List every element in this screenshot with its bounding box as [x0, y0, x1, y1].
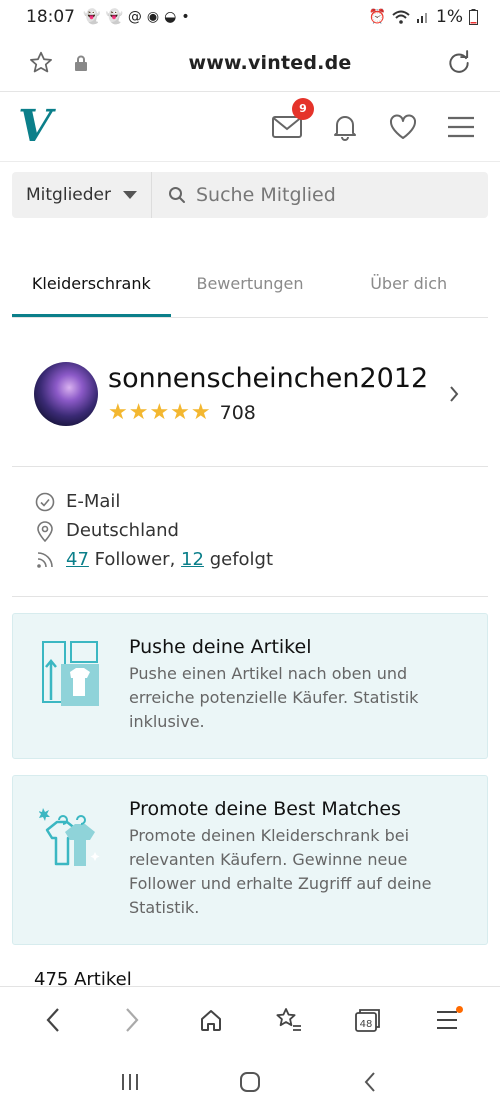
- snapchat-icon: 👻: [83, 9, 101, 25]
- hamburger-icon: [436, 1010, 457, 1029]
- reload-icon[interactable]: [444, 48, 474, 78]
- rating: ★★★★★ 708: [108, 400, 444, 425]
- back-button[interactable]: [33, 1000, 73, 1040]
- bell-icon: [334, 115, 356, 141]
- home-icon: [200, 1009, 221, 1031]
- messenger-icon: ◉: [146, 9, 160, 25]
- card-title: Promote deine Best Matches: [129, 798, 401, 820]
- search-icon: [169, 187, 185, 203]
- address-bar: www.vinted.de: [0, 34, 500, 92]
- app-icon: ◒: [164, 9, 177, 25]
- push-shirt-icon: [39, 640, 109, 734]
- chevron-down-icon: [123, 191, 137, 199]
- search-input[interactable]: [196, 184, 446, 206]
- more-dot-icon: •: [181, 9, 190, 25]
- tab-bewertungen[interactable]: Bewertungen: [171, 260, 330, 317]
- search-bar: Mitglieder: [12, 172, 488, 218]
- tabs-count: 48: [360, 1019, 373, 1030]
- forward-button[interactable]: [112, 1000, 152, 1040]
- star-list-icon: [276, 1007, 302, 1031]
- lock-icon: [66, 48, 96, 78]
- vinted-logo[interactable]: V: [18, 104, 52, 149]
- browser-menu-button[interactable]: [427, 1000, 467, 1040]
- status-bar: 18:07 👻 👻 @ ◉ ◒ • ⏰ 1%: [0, 0, 500, 34]
- email-label: E-Mail: [66, 491, 121, 512]
- tabs-button[interactable]: 48: [348, 1000, 388, 1040]
- back-arrow-icon: [364, 1071, 375, 1092]
- recent-apps-icon: [122, 1073, 138, 1090]
- wifi-icon: [392, 10, 410, 24]
- avatar: [34, 362, 98, 426]
- messages-button[interactable]: 9: [272, 97, 314, 142]
- check-circle-icon: [34, 492, 56, 512]
- tabs-icon: 48: [355, 1008, 380, 1032]
- menu-button[interactable]: [446, 112, 476, 142]
- search-scope-label: Mitglieder: [26, 185, 111, 205]
- location: Deutschland: [34, 516, 488, 545]
- profile-summary[interactable]: sonnenscheinchen2012 ★★★★★ 708: [34, 354, 488, 434]
- card-body: Pushe einen Artikel nach oben und erreic…: [129, 664, 419, 731]
- following-link[interactable]: 12: [181, 549, 204, 570]
- at-icon: @: [127, 9, 142, 25]
- chevron-left-icon: [46, 1007, 60, 1032]
- notifications-button[interactable]: [330, 112, 360, 142]
- system-home-button[interactable]: [230, 1062, 270, 1102]
- browser-toolbar: 48: [0, 986, 500, 1052]
- chevron-right-icon: [126, 1007, 139, 1032]
- country-label: Deutschland: [66, 520, 179, 541]
- followers-link[interactable]: 47: [66, 549, 89, 570]
- card-body: Promote deinen Kleiderschrank bei releva…: [129, 826, 432, 917]
- profile-details: E-Mail Deutschland 47 Follower, 12 gefol…: [34, 487, 488, 574]
- promote-matches-card[interactable]: Promote deine Best Matches Promote deine…: [12, 775, 488, 945]
- bookmarks-button[interactable]: [269, 1000, 309, 1040]
- card-title: Pushe deine Artikel: [129, 636, 312, 658]
- bookmark-star-icon[interactable]: [26, 48, 56, 78]
- heart-icon: [390, 114, 416, 139]
- followers-label: Follower,: [94, 549, 176, 570]
- notification-icons: 👻 👻 @ ◉ ◒ •: [83, 10, 190, 24]
- follow-stats: 47 Follower, 12 gefolgt: [34, 545, 488, 574]
- system-back-button[interactable]: [350, 1062, 390, 1102]
- battery-level: 1%: [436, 7, 463, 27]
- promote-shirts-icon: [38, 802, 109, 920]
- home-button[interactable]: [191, 1000, 231, 1040]
- system-navigation: [0, 1052, 500, 1111]
- rating-count: 708: [219, 401, 256, 424]
- home-circle-icon: [240, 1071, 260, 1092]
- rss-icon: [34, 551, 56, 569]
- hamburger-icon: [448, 116, 474, 137]
- messages-badge: 9: [292, 97, 314, 120]
- star-rating-icon: ★★★★★: [108, 400, 212, 425]
- signal-icon: [417, 13, 428, 23]
- push-items-card[interactable]: Pushe deine Artikel Pushe einen Artikel …: [12, 613, 488, 759]
- location-pin-icon: [34, 520, 56, 542]
- status-time: 18:07: [26, 7, 75, 27]
- username: sonnenscheinchen2012: [108, 363, 429, 394]
- notification-dot: [455, 1005, 463, 1013]
- snapchat-icon: 👻: [105, 9, 123, 25]
- divider: [12, 596, 488, 597]
- favorites-button[interactable]: [388, 112, 418, 142]
- following-label: gefolgt: [209, 549, 274, 570]
- url-field[interactable]: www.vinted.de: [96, 52, 444, 74]
- alarm-icon: ⏰: [368, 9, 387, 25]
- verified-email: E-Mail: [34, 487, 488, 516]
- search-scope-select[interactable]: Mitglieder: [12, 172, 152, 218]
- recent-apps-button[interactable]: [110, 1062, 150, 1102]
- site-header: V 9: [0, 92, 500, 162]
- battery-icon: [469, 9, 478, 25]
- tab-kleiderschrank[interactable]: Kleiderschrank: [12, 260, 171, 317]
- profile-tabs: Kleiderschrank Bewertungen Über dich: [12, 260, 488, 318]
- tab-ueber-dich[interactable]: Über dich: [329, 260, 488, 317]
- chevron-right-icon: [444, 385, 464, 403]
- divider: [12, 466, 488, 467]
